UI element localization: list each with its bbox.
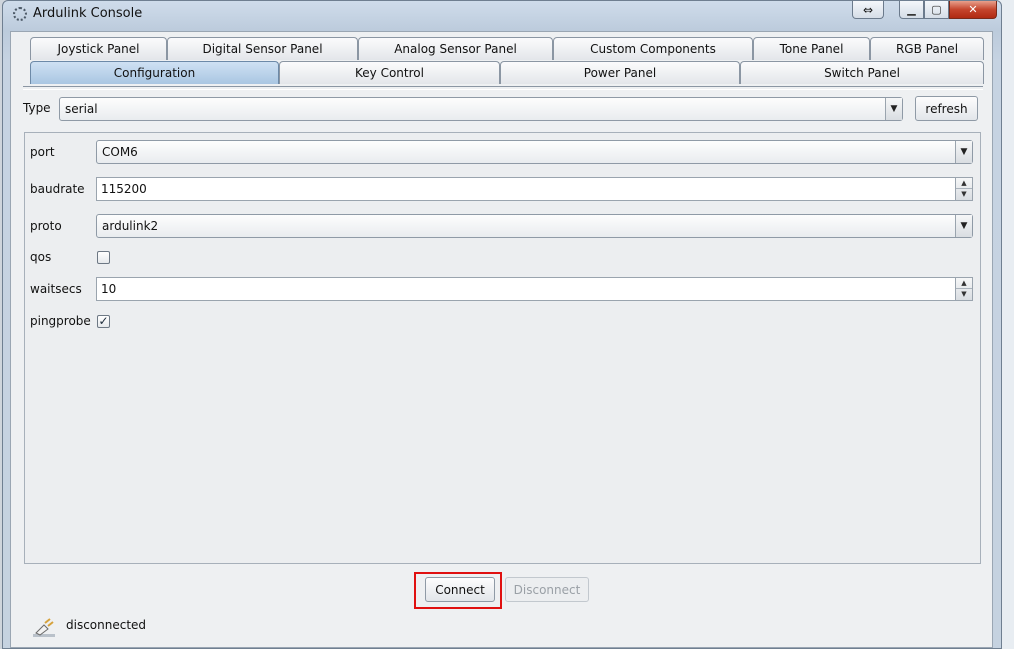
proto-label: proto xyxy=(30,219,62,233)
checkmark-icon: ✓ xyxy=(98,314,109,328)
window-title: Ardulink Console xyxy=(33,6,143,21)
tab-custom-components[interactable]: Custom Components xyxy=(553,37,753,60)
title-bar: Ardulink Console ⇔ ▁ ▢ ✕ xyxy=(3,1,1001,29)
close-icon: ✕ xyxy=(968,3,978,16)
waitsecs-spinner[interactable]: 10 ▲ ▼ xyxy=(96,277,973,301)
pingprobe-label: pingprobe xyxy=(30,314,91,328)
type-label: Type xyxy=(23,101,51,115)
waitsecs-label: waitsecs xyxy=(30,282,82,296)
chevron-down-icon[interactable]: ▼ xyxy=(885,98,902,120)
proto-select[interactable]: ardulink2 ▼ xyxy=(96,214,973,238)
tab-configuration[interactable]: Configuration xyxy=(30,61,279,84)
restore-button[interactable]: ⇔ xyxy=(852,1,884,19)
baudrate-label: baudrate xyxy=(30,182,85,196)
waitsecs-stepper[interactable]: ▲ ▼ xyxy=(955,278,972,300)
baudrate-value: 115200 xyxy=(101,182,147,196)
app-icon xyxy=(13,7,27,21)
qos-label: qos xyxy=(30,250,52,264)
tab-tone-panel[interactable]: Tone Panel xyxy=(753,37,870,60)
close-button[interactable]: ✕ xyxy=(949,1,997,19)
tab-analog-sensor-panel[interactable]: Analog Sensor Panel xyxy=(358,37,553,60)
maximize-icon: ▢ xyxy=(931,3,942,16)
tab-divider xyxy=(23,86,983,90)
app-window: Ardulink Console ⇔ ▁ ▢ ✕ Joystick Panel … xyxy=(2,0,1002,649)
restore-icon: ⇔ xyxy=(862,2,874,17)
main-content: Joystick Panel Digital Sensor Panel Anal… xyxy=(10,31,993,648)
tab-key-control[interactable]: Key Control xyxy=(279,61,500,84)
port-select[interactable]: COM6 ▼ xyxy=(96,140,973,164)
disconnect-button: Disconnect xyxy=(505,577,589,602)
waitsecs-value: 10 xyxy=(101,282,117,296)
baudrate-stepper[interactable]: ▲ ▼ xyxy=(955,178,972,200)
connect-highlight-box xyxy=(414,572,502,609)
tab-digital-sensor-panel[interactable]: Digital Sensor Panel xyxy=(167,37,358,60)
pingprobe-checkbox[interactable]: ✓ xyxy=(97,315,110,328)
minimize-button[interactable]: ▁ xyxy=(899,1,924,19)
configuration-panel: port COM6 ▼ baudrate 115200 ▲ ▼ proto ar… xyxy=(24,132,981,564)
qos-checkbox[interactable] xyxy=(97,251,110,264)
type-value: serial xyxy=(65,102,98,116)
tab-rgb-panel[interactable]: RGB Panel xyxy=(870,37,984,60)
spin-down-icon[interactable]: ▼ xyxy=(956,189,972,200)
refresh-button[interactable]: refresh xyxy=(915,96,978,121)
port-label: port xyxy=(30,145,55,159)
proto-value: ardulink2 xyxy=(102,219,159,233)
port-value: COM6 xyxy=(102,145,138,159)
chevron-down-icon[interactable]: ▼ xyxy=(955,141,972,163)
minimize-icon: ▁ xyxy=(907,3,916,16)
plug-icon xyxy=(33,618,55,637)
spin-down-icon[interactable]: ▼ xyxy=(956,289,972,300)
tab-power-panel[interactable]: Power Panel xyxy=(500,61,740,84)
spin-up-icon[interactable]: ▲ xyxy=(956,278,972,289)
connection-status: disconnected xyxy=(66,618,147,632)
type-select[interactable]: serial ▼ xyxy=(59,97,903,121)
chevron-down-icon[interactable]: ▼ xyxy=(955,215,972,237)
maximize-button[interactable]: ▢ xyxy=(924,1,949,19)
spin-up-icon[interactable]: ▲ xyxy=(956,178,972,189)
tab-joystick-panel[interactable]: Joystick Panel xyxy=(30,37,167,60)
tab-switch-panel[interactable]: Switch Panel xyxy=(740,61,984,84)
baudrate-spinner[interactable]: 115200 ▲ ▼ xyxy=(96,177,973,201)
